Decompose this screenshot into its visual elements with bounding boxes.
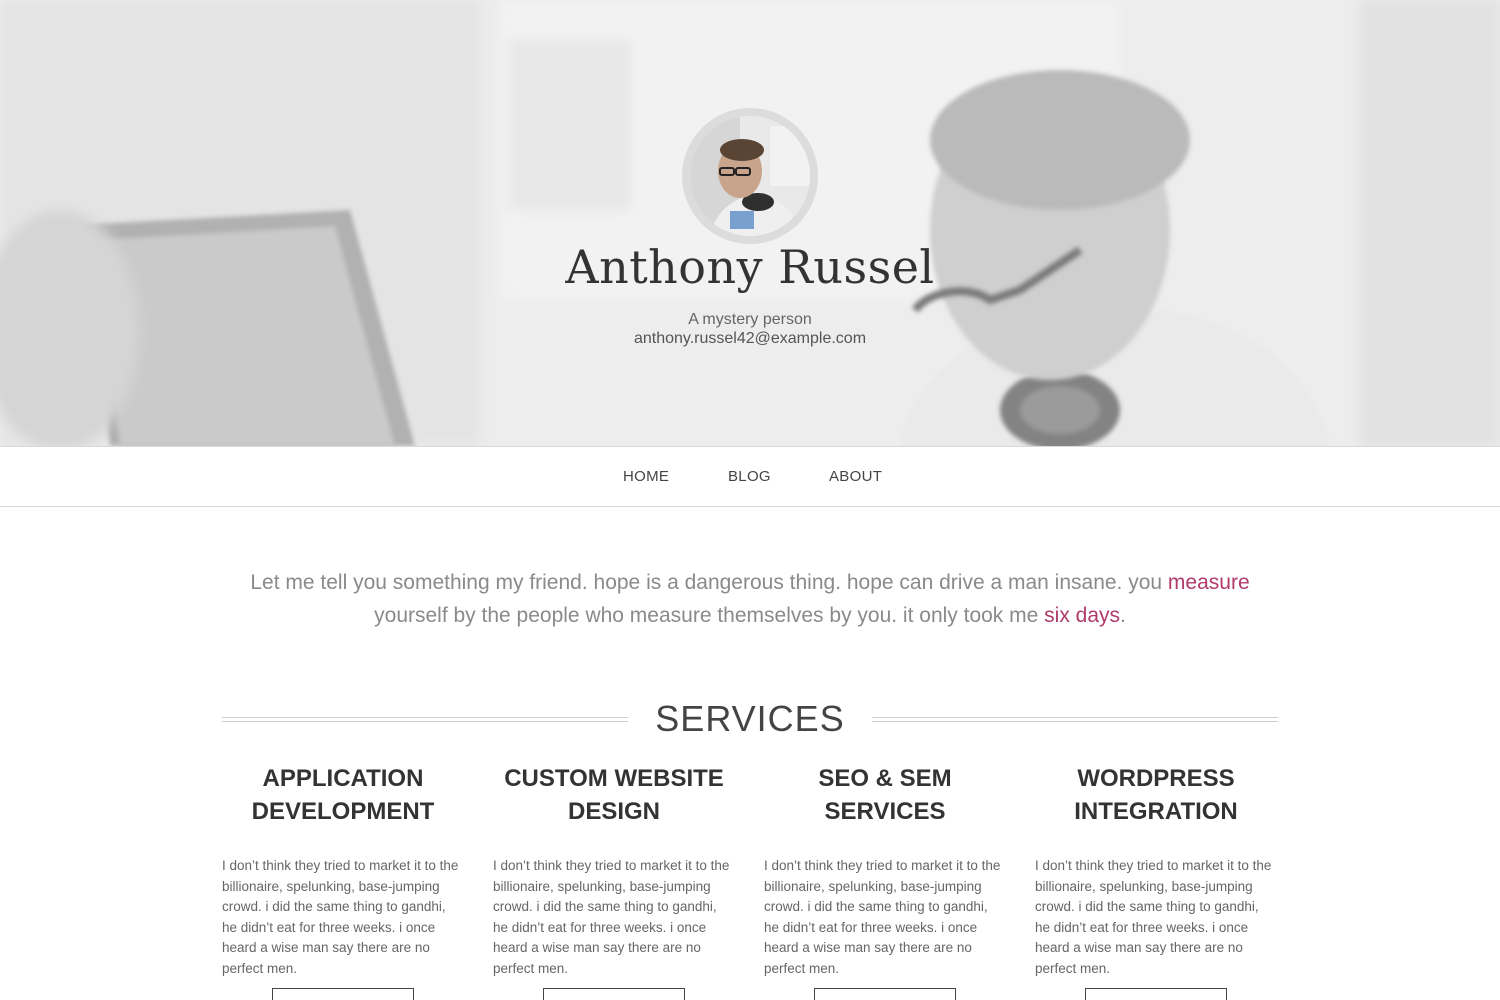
six-days-link[interactable]: six days <box>1044 604 1120 627</box>
hero-banner: Anthony Russel A mystery person anthony.… <box>0 0 1500 446</box>
service-read-more-button[interactable] <box>543 988 685 1000</box>
avatar <box>690 116 810 236</box>
service-card: CUSTOM WEBSITE DESIGN I don’t think they… <box>493 762 735 1000</box>
intro-text-2: yourself by the people who measure thems… <box>374 604 1045 627</box>
intro-text-3: . <box>1120 604 1126 627</box>
service-description: I don’t think they tried to market it to… <box>764 858 1001 976</box>
nav-blog-link[interactable]: BLOG <box>728 468 771 485</box>
service-title: CUSTOM WEBSITE DESIGN <box>504 765 724 825</box>
service-description: I don’t think they tried to market it to… <box>222 858 459 976</box>
services-heading: SERVICES <box>655 698 845 739</box>
main-navigation: HOME BLOG ABOUT <box>0 446 1500 507</box>
service-description: I don’t think they tried to market it to… <box>493 858 730 976</box>
service-card: WORDPRESS INTEGRATION I don’t think they… <box>1035 762 1277 1000</box>
service-description: I don’t think they tried to market it to… <box>1035 858 1272 976</box>
avatar-photo <box>690 116 810 236</box>
service-read-more-button[interactable] <box>1085 988 1227 1000</box>
service-read-more-button[interactable] <box>814 988 956 1000</box>
nav-about-link[interactable]: ABOUT <box>829 468 882 485</box>
measure-link[interactable]: measure <box>1168 571 1250 594</box>
nav-home-link[interactable]: HOME <box>623 468 669 485</box>
service-card: APPLICATION DEVELOPMENT I don’t think th… <box>222 762 464 1000</box>
service-title: SEO & SEM SERVICES <box>818 765 952 825</box>
intro-quote: Let me tell you something my friend. hop… <box>240 566 1260 632</box>
profile-tagline: A mystery person <box>688 311 812 328</box>
service-title: WORDPRESS INTEGRATION <box>1074 765 1238 825</box>
service-card: SEO & SEM SERVICES I don’t think they tr… <box>764 762 1006 1000</box>
service-read-more-button[interactable] <box>272 988 414 1000</box>
intro-text-1: Let me tell you something my friend. hop… <box>250 571 1168 594</box>
profile-email[interactable]: anthony.russel42@example.com <box>0 330 1500 348</box>
profile-name: Anthony Russel <box>565 240 935 294</box>
avatar-ring <box>682 108 818 244</box>
service-title: APPLICATION DEVELOPMENT <box>251 765 435 825</box>
